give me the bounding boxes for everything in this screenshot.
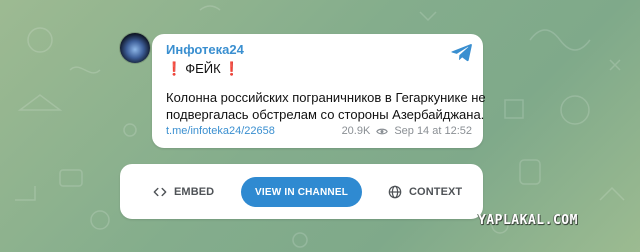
- post-link[interactable]: t.me/infoteka24/22658: [166, 125, 275, 137]
- post-body: Колонна российских пограничников в Гегар…: [166, 89, 486, 123]
- code-icon: [153, 187, 167, 196]
- post-headline: ❗ ФЕЙК ❗: [166, 61, 240, 77]
- view-in-channel-button[interactable]: VIEW IN CHANNEL: [241, 177, 362, 207]
- exclamation-icon: ❗: [223, 61, 240, 76]
- post-date[interactable]: Sep 14 at 12:52: [394, 125, 472, 137]
- site-watermark: YAPLAKAL.COM: [478, 213, 578, 228]
- action-bar: EMBED VIEW IN CHANNEL CONTEXT: [120, 164, 483, 219]
- embed-label: EMBED: [174, 185, 215, 198]
- post-meta: 20.9K Sep 14 at 12:52: [342, 125, 472, 137]
- view-count: 20.9K: [341, 125, 371, 137]
- headline-text: ФЕЙК: [185, 61, 221, 76]
- telegram-icon[interactable]: [451, 42, 473, 62]
- post-body-line: подвергалась обстрелам со стороны Азерба…: [166, 107, 485, 122]
- context-button[interactable]: CONTEXT: [388, 164, 462, 219]
- post-card: Инфотека24 ❗ ФЕЙК ❗ Колонна российских п…: [152, 34, 486, 148]
- exclamation-icon: ❗: [166, 61, 183, 76]
- eye-icon: [376, 128, 389, 134]
- post-footer: t.me/infoteka24/22658 20.9K Sep 14 at 12…: [166, 125, 472, 139]
- context-label: CONTEXT: [409, 185, 463, 198]
- post-body-line: Колонна российских пограничников в Гегар…: [166, 90, 486, 105]
- channel-avatar[interactable]: [120, 33, 150, 63]
- embed-button[interactable]: EMBED: [153, 164, 214, 219]
- globe-icon: [388, 185, 402, 198]
- channel-name[interactable]: Инфотека24: [166, 42, 244, 58]
